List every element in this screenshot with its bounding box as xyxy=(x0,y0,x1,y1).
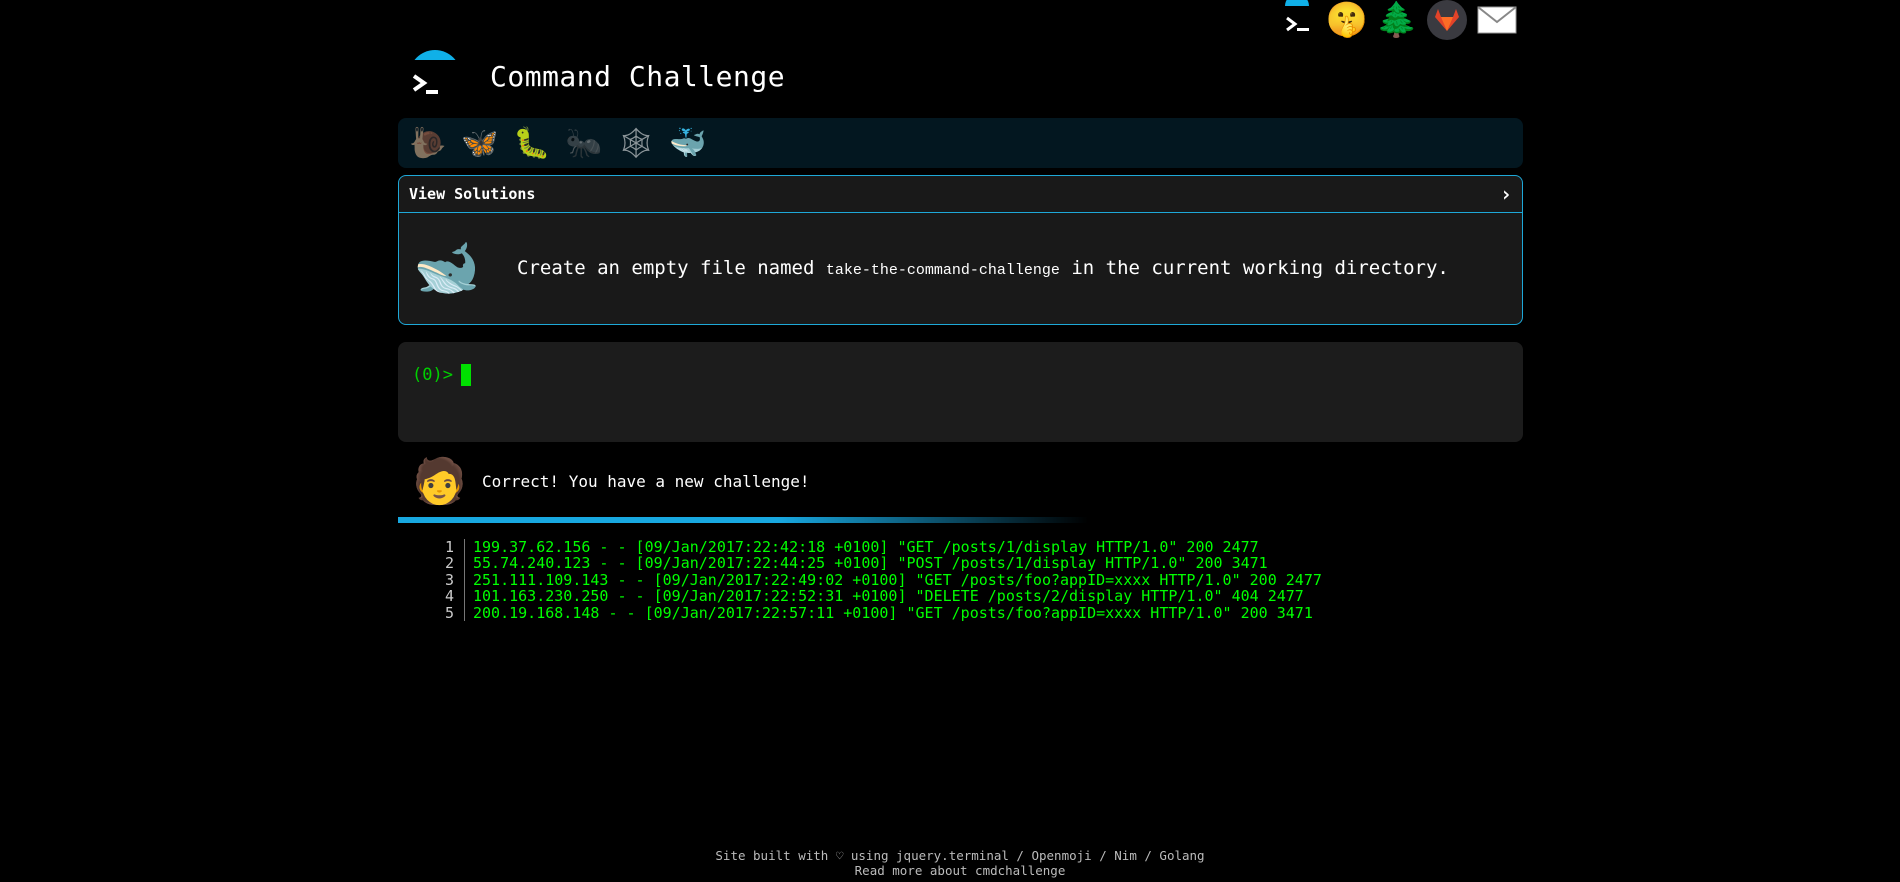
line-text: 55.74.240.123 - - [09/Jan/2017:22:44:25 … xyxy=(473,554,1268,573)
challenge-panel: View Solutions › 🐋 Create an empty file … xyxy=(398,175,1523,325)
terminal-logo-icon[interactable] xyxy=(404,48,464,104)
line-number: 4 xyxy=(430,588,465,605)
challenge-filename: take-the-command-challenge xyxy=(825,262,1060,279)
ant-icon[interactable]: 🐜 xyxy=(562,121,606,165)
top-nav: 🤫 🌲 xyxy=(1276,0,1518,40)
challenge-description: Create an empty file named take-the-comm… xyxy=(517,257,1449,279)
level-selector: 🐌 🦋 🐛 🐜 🕸 🐳 xyxy=(398,118,1523,168)
header: Command Challenge xyxy=(404,48,785,104)
prompt-label: (0)> xyxy=(412,365,453,385)
feedback-text: Correct! You have a new challenge! xyxy=(482,471,810,491)
read-more-link[interactable]: Read more about cmdchallenge xyxy=(0,863,1900,878)
page-title: Command Challenge xyxy=(490,59,786,93)
spider-web-icon[interactable]: 🕸 xyxy=(614,121,658,165)
log-line: 4 101.163.230.250 - - [09/Jan/2017:22:52:… xyxy=(430,587,1322,606)
line-number: 2 xyxy=(430,555,465,572)
person-avatar-icon: 🧑 xyxy=(412,456,467,507)
whale-icon[interactable]: 🐳 xyxy=(666,121,710,165)
line-text: 101.163.230.250 - - [09/Jan/2017:22:52:3… xyxy=(473,587,1304,606)
footer: Site built with ♡ using jquery.terminal … xyxy=(0,848,1900,878)
butterfly-icon[interactable]: 🦋 xyxy=(458,121,502,165)
log-line: 2 55.74.240.123 - - [09/Jan/2017:22:44:25… xyxy=(430,554,1322,573)
log-output: 1 199.37.62.156 - - [09/Jan/2017:22:42:18… xyxy=(430,539,1322,621)
chevron-right-icon: › xyxy=(1499,182,1512,206)
footer-credits: Site built with ♡ using jquery.terminal … xyxy=(715,848,1205,863)
terminal-cursor xyxy=(460,364,471,386)
line-number: 1 xyxy=(430,539,465,555)
line-text: 199.37.62.156 - - [09/Jan/2017:22:42:18 … xyxy=(473,538,1259,556)
gitlab-icon[interactable] xyxy=(1426,0,1468,40)
shushing-face-icon[interactable]: 🤫 xyxy=(1326,0,1368,40)
tree-icon[interactable]: 🌲 xyxy=(1376,0,1418,40)
line-number: 3 xyxy=(430,571,465,588)
terminal[interactable]: (0)> xyxy=(398,342,1523,442)
terminal-prompt[interactable]: (0)> xyxy=(412,364,1509,386)
view-solutions-toggle[interactable]: View Solutions › xyxy=(399,176,1522,213)
line-number: 5 xyxy=(430,604,465,621)
line-text: 251.111.109.143 - - [09/Jan/2017:22:49:0… xyxy=(473,570,1322,589)
feedback-message: 🧑 Correct! You have a new challenge! xyxy=(412,455,810,507)
view-solutions-label: View Solutions xyxy=(409,185,536,203)
envelope-icon[interactable] xyxy=(1476,0,1518,40)
log-line: 1 199.37.62.156 - - [09/Jan/2017:22:42:18… xyxy=(430,538,1322,556)
snail-icon[interactable]: 🐌 xyxy=(406,121,450,165)
progress-divider xyxy=(398,517,1088,523)
caterpillar-icon[interactable]: 🐛 xyxy=(510,121,554,165)
line-text: 200.19.168.148 - - [09/Jan/2017:22:57:11… xyxy=(473,603,1313,622)
terminal-logo-icon[interactable] xyxy=(1276,0,1318,40)
challenge-body: 🐋 Create an empty file named take-the-co… xyxy=(399,213,1522,323)
log-line: 3 251.111.109.143 - - [09/Jan/2017:22:49:… xyxy=(430,570,1322,589)
log-line: 5 200.19.168.148 - - [09/Jan/2017:22:57:1… xyxy=(430,603,1322,622)
whale-icon: 🐋 xyxy=(413,236,481,299)
